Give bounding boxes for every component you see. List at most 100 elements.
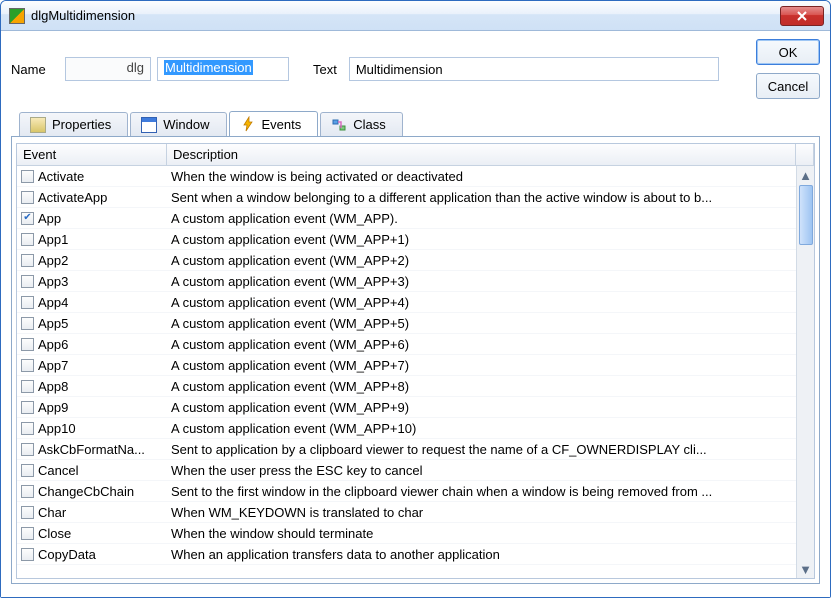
event-checkbox[interactable] [21,254,34,267]
window-title: dlgMultidimension [31,8,774,23]
event-description: A custom application event (WM_APP+7) [167,358,796,373]
event-name: App5 [38,316,68,331]
tab-events[interactable]: Events [229,111,319,136]
table-row[interactable]: App2A custom application event (WM_APP+2… [17,250,796,271]
event-cell: App1 [17,232,167,247]
event-cell: Close [17,526,167,541]
event-checkbox[interactable] [21,380,34,393]
table-row[interactable]: App10 A custom application event (WM_APP+… [17,418,796,439]
event-checkbox[interactable] [21,506,34,519]
event-cell: App2 [17,253,167,268]
table-row[interactable]: CopyDataWhen an application transfers da… [17,544,796,565]
col-description[interactable]: Description [167,144,796,165]
text-label: Text [313,62,337,77]
event-checkbox[interactable] [21,170,34,183]
event-cell: ActivateApp [17,190,167,205]
event-checkbox[interactable] [21,233,34,246]
event-cell: Activate [17,169,167,184]
tab-class[interactable]: Class [320,112,403,136]
event-name: ChangeCbChain [38,484,134,499]
event-checkbox[interactable] [21,422,34,435]
event-name: App4 [38,295,68,310]
name-input[interactable]: Multidimension [157,57,289,81]
ok-label: OK [779,45,798,60]
event-description: A custom application event (WM_APP+10) [167,421,796,436]
close-button[interactable] [780,6,824,26]
scroll-down-arrow[interactable]: ▼ [797,560,814,578]
event-checkbox[interactable] [21,359,34,372]
tab-window-label: Window [163,117,209,132]
event-cell: ChangeCbChain [17,484,167,499]
event-description: When an application transfers data to an… [167,547,796,562]
event-description: When WM_KEYDOWN is translated to char [167,505,796,520]
col-event[interactable]: Event [17,144,167,165]
event-name: App9 [38,400,68,415]
table-row[interactable]: ActivateAppSent when a window belonging … [17,187,796,208]
event-checkbox[interactable] [21,317,34,330]
event-name: Cancel [38,463,78,478]
event-description: When the user press the ESC key to cance… [167,463,796,478]
table-row[interactable]: App5A custom application event (WM_APP+5… [17,313,796,334]
event-cell: App7 [17,358,167,373]
table-row[interactable]: ActivateWhen the window is being activat… [17,166,796,187]
event-checkbox[interactable] [21,527,34,540]
event-checkbox[interactable] [21,275,34,288]
event-description: A custom application event (WM_APP+1) [167,232,796,247]
table-row[interactable]: CloseWhen the window should terminate [17,523,796,544]
table-row[interactable]: App9A custom application event (WM_APP+9… [17,397,796,418]
event-description: Sent to the first window in the clipboar… [167,484,796,499]
event-name: Close [38,526,71,541]
event-checkbox[interactable] [21,296,34,309]
table-row[interactable]: App6A custom application event (WM_APP+6… [17,334,796,355]
name-label: Name [11,62,59,77]
events-table: Event Description ActivateWhen the windo… [16,143,815,579]
table-row[interactable]: ChangeCbChain Sent to the first window in… [17,481,796,502]
event-cell: App8 [17,379,167,394]
event-checkbox[interactable] [21,212,34,225]
event-cell: App9 [17,400,167,415]
table-row[interactable]: App1A custom application event (WM_APP+1… [17,229,796,250]
event-checkbox[interactable] [21,464,34,477]
tab-control: Properties Window Events Class [11,111,820,584]
table-row[interactable]: AppA custom application event (WM_APP). [17,208,796,229]
event-checkbox[interactable] [21,338,34,351]
title-bar: dlgMultidimension [1,1,830,31]
event-name: App10 [38,421,76,436]
event-description: Sent to application by a clipboard viewe… [167,442,796,457]
form-row: Name dlg Multidimension Text OK Cancel [11,39,820,99]
vertical-scrollbar[interactable]: ▲ ▼ [796,166,814,578]
event-checkbox[interactable] [21,485,34,498]
event-checkbox[interactable] [21,401,34,414]
scroll-up-arrow[interactable]: ▲ [797,166,814,184]
table-row[interactable]: Cancel When the user press the ESC key to… [17,460,796,481]
scroll-thumb[interactable] [799,185,813,245]
table-row[interactable]: App3A custom application event (WM_APP+3… [17,271,796,292]
table-row[interactable]: App7A custom application event (WM_APP+7… [17,355,796,376]
ok-button[interactable]: OK [756,39,820,65]
text-input[interactable] [349,57,719,81]
cancel-button[interactable]: Cancel [756,73,820,99]
event-description: A custom application event (WM_APP+8) [167,379,796,394]
event-description: A custom application event (WM_APP+2) [167,253,796,268]
event-description: A custom application event (WM_APP+3) [167,274,796,289]
event-cell: App6 [17,337,167,352]
table-row[interactable]: App8A custom application event (WM_APP+8… [17,376,796,397]
tab-properties[interactable]: Properties [19,112,128,136]
event-checkbox[interactable] [21,191,34,204]
event-checkbox[interactable] [21,443,34,456]
prefix-input[interactable]: dlg [65,57,151,81]
event-description: A custom application event (WM_APP). [167,211,796,226]
event-cell: AskCbFormatNa... [17,442,167,457]
table-row[interactable]: App4 A custom application event (WM_APP+4… [17,292,796,313]
tab-window[interactable]: Window [130,112,226,136]
event-checkbox[interactable] [21,548,34,561]
event-cell: Cancel [17,463,167,478]
prefix-value: dlg [127,60,144,75]
table-row[interactable]: CharWhen WM_KEYDOWN is translated to cha… [17,502,796,523]
table-row[interactable]: AskCbFormatNa...Sent to application by a… [17,439,796,460]
properties-icon [30,117,46,133]
client-area: Name dlg Multidimension Text OK Cancel P… [1,31,830,597]
scroll-track[interactable] [797,246,814,560]
event-description: A custom application event (WM_APP+4) [167,295,796,310]
lightning-icon [240,116,256,132]
